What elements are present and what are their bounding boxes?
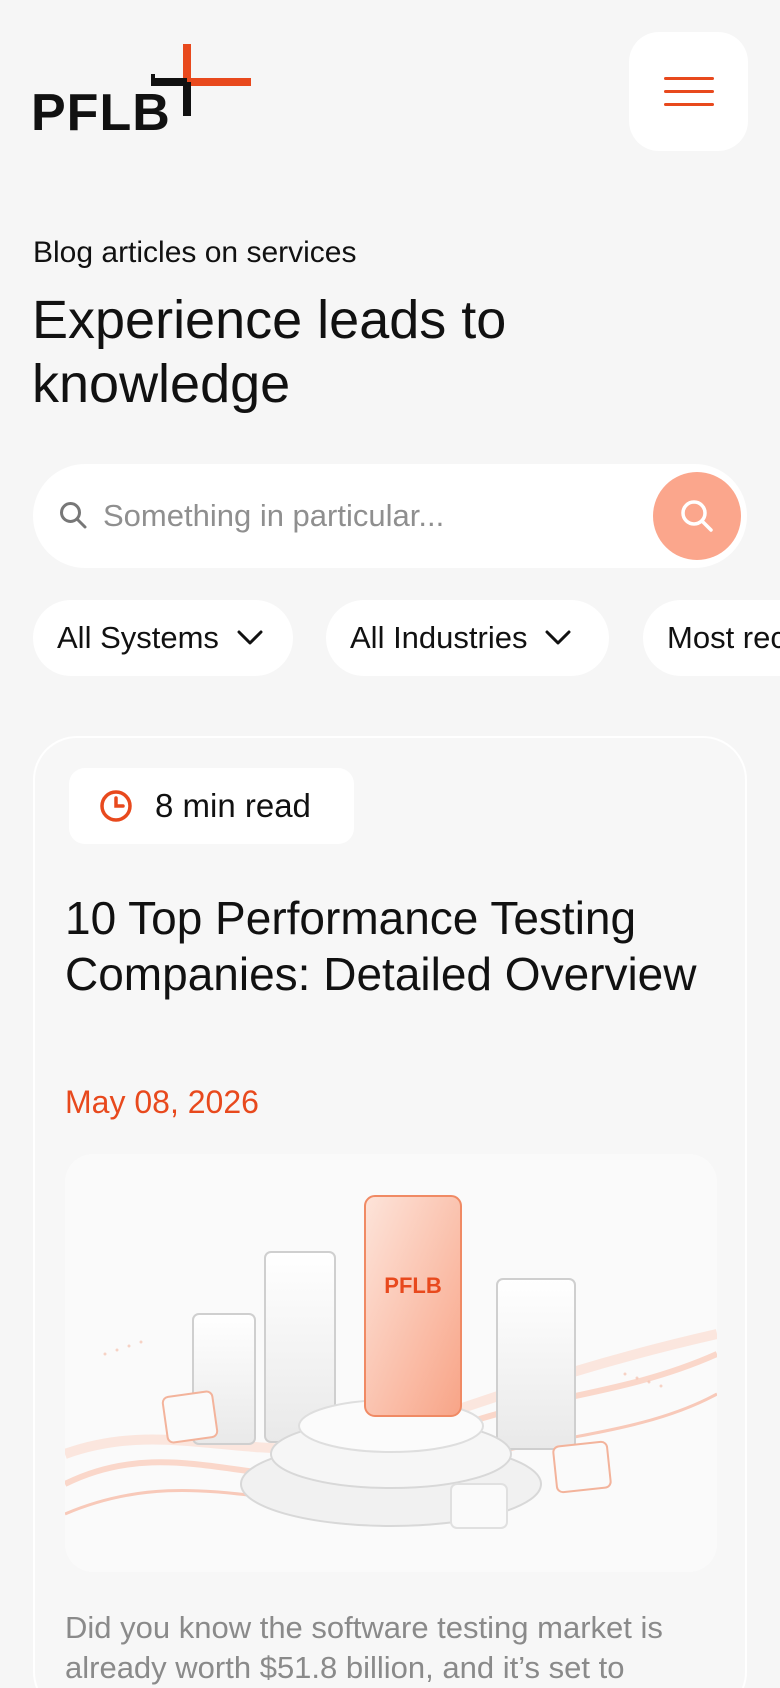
article-date: May 08, 2026 bbox=[65, 1084, 259, 1120]
search-input[interactable] bbox=[103, 486, 663, 546]
search-button[interactable] bbox=[653, 472, 741, 560]
filter-label: All Industries bbox=[350, 620, 528, 655]
filter-label: All Systems bbox=[57, 620, 219, 655]
image-brand-text: PFLB bbox=[384, 1273, 441, 1298]
search-icon bbox=[60, 502, 87, 529]
menu-button[interactable] bbox=[629, 32, 748, 151]
blog-page: PFLB Blog articles on services Experienc… bbox=[0, 0, 780, 1688]
hamburger-menu-icon-line bbox=[663, 90, 714, 93]
hamburger-menu-icon-line bbox=[663, 103, 714, 106]
chevron-down-icon bbox=[545, 630, 571, 645]
article-title[interactable]: 10 Top Performance Testing Companies: De… bbox=[65, 890, 725, 1002]
filter-systems-dropdown[interactable]: All Systems bbox=[33, 600, 293, 676]
read-time-badge: 8 min read bbox=[69, 768, 354, 844]
read-time-text: 8 min read bbox=[155, 787, 311, 824]
filter-industries-dropdown[interactable]: All Industries bbox=[326, 600, 609, 676]
article-excerpt: Did you know the software testing market… bbox=[65, 1610, 663, 1685]
pflb-logo[interactable]: PFLB bbox=[31, 44, 251, 144]
clock-icon bbox=[100, 790, 132, 822]
filter-sort-dropdown[interactable]: Most recent bbox=[643, 600, 780, 676]
hamburger-menu-icon bbox=[663, 77, 714, 80]
logo-text: PFLB bbox=[31, 84, 171, 142]
section-kicker: Blog articles on services bbox=[33, 236, 357, 269]
logo-mark-icon bbox=[151, 44, 251, 116]
search-bar bbox=[33, 464, 747, 568]
article-image: PFLB bbox=[65, 1154, 717, 1572]
filter-label: Most recent bbox=[667, 620, 780, 655]
chevron-down-icon bbox=[237, 630, 263, 645]
article-card[interactable]: 8 min read 10 Top Performance Testing Co… bbox=[33, 736, 747, 1688]
podium-illustration: PFLB bbox=[65, 1195, 717, 1529]
search-icon bbox=[681, 500, 713, 532]
page-title: Experience leads to knowledge bbox=[32, 290, 507, 414]
